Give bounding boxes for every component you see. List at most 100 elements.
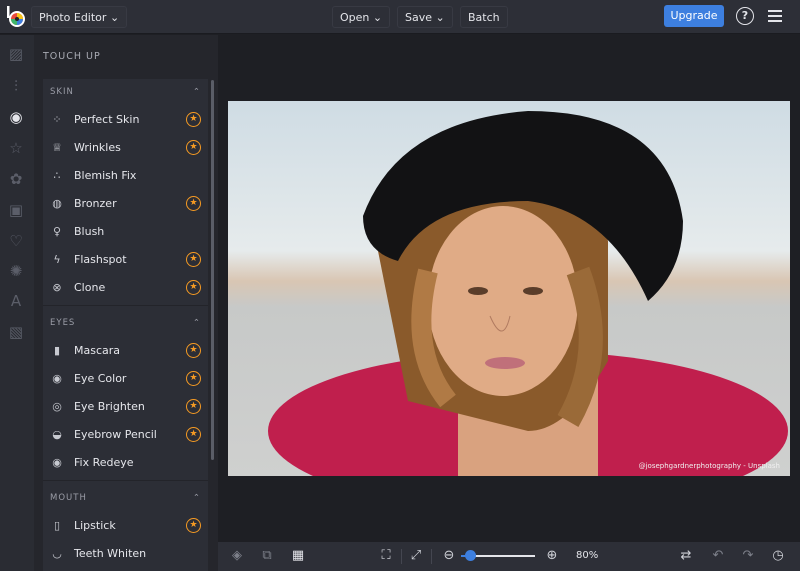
tool-label: Flashspot [74, 252, 127, 266]
photo-credit: @josephgardnerphotography - Unsplash [638, 462, 780, 470]
tool-label: Mascara [74, 343, 121, 357]
zoom-out-icon[interactable]: ⊖ [441, 548, 457, 564]
section-label: EYES [50, 318, 76, 328]
adjust-sliders-icon[interactable]: ⫶ [7, 77, 25, 95]
tool-item[interactable]: ⊗ Clone ★ [43, 273, 208, 301]
tool-item[interactable]: ♕ Wrinkles ★ [43, 133, 208, 161]
star-icon[interactable]: ☆ [7, 139, 25, 157]
teeth-icon: ◡ [52, 546, 62, 560]
panel-title: TOUCH UP [43, 51, 101, 62]
open-button[interactable]: Open ⌄ [332, 6, 391, 28]
tool-item[interactable]: ◒ Eyebrow Pencil ★ [43, 420, 208, 448]
hamburger-menu-icon[interactable] [768, 10, 782, 22]
open-label: Open [340, 11, 370, 24]
tool-label: Lipstick [74, 518, 116, 532]
history-icon[interactable]: ◷ [770, 548, 786, 564]
tool-item[interactable]: ϟ Flashspot ★ [43, 245, 208, 273]
eye-icon[interactable]: ◉ [7, 108, 25, 126]
tool-label: Eye Color [74, 371, 127, 385]
layers-icon[interactable]: ◈ [229, 548, 245, 564]
section-divider [43, 305, 208, 306]
save-button[interactable]: Save ⌄ [397, 6, 453, 28]
redeye-icon: ◉ [52, 455, 62, 469]
premium-star-icon: ★ [186, 370, 201, 386]
section-label: MOUTH [50, 493, 87, 503]
premium-star-icon: ★ [186, 342, 201, 358]
eye-icon: ◉ [52, 371, 62, 385]
wrinkles-icon: ♕ [52, 140, 62, 154]
tool-item[interactable]: ◉ Fix Redeye [43, 448, 208, 476]
image-icon[interactable]: ▨ [7, 45, 25, 63]
bottom-toolbar: ◈ ⧉ ▦ ⛶ ⤢ ⊖ ⊕ 80% ⇄ ↶ ↷ ◷ [218, 542, 800, 571]
divider [431, 549, 432, 564]
premium-star-icon: ★ [186, 195, 201, 211]
redo-icon[interactable]: ↷ [740, 548, 756, 564]
tool-label: Eyebrow Pencil [74, 427, 157, 441]
fit-screen-icon[interactable]: ⛶ [378, 548, 394, 564]
actual-size-icon[interactable]: ⤢ [408, 548, 424, 564]
section-header[interactable]: EYES ⌃ [43, 310, 208, 336]
chevron-down-icon: ⌄ [372, 11, 383, 24]
section-header[interactable]: MOUTH ⌃ [43, 485, 208, 511]
layout-icon[interactable]: ▦ [290, 548, 306, 564]
clone-icon: ⊗ [52, 280, 62, 294]
zoom-slider-handle[interactable] [464, 550, 476, 561]
lipstick-icon: ▯ [53, 518, 61, 532]
bronzer-icon: ◍ [52, 196, 62, 210]
badge-icon[interactable]: ✺ [7, 262, 25, 280]
premium-star-icon: ★ [186, 398, 201, 414]
help-icon[interactable]: ? [736, 7, 754, 25]
tool-item[interactable]: ⁘ Perfect Skin ★ [43, 105, 208, 133]
premium-star-icon: ★ [186, 111, 201, 127]
chevron-up-icon[interactable]: ⌃ [193, 318, 201, 328]
section-label: SKIN [50, 87, 74, 97]
premium-star-icon: ★ [186, 517, 201, 533]
texture-icon[interactable]: ▧ [7, 323, 25, 341]
tool-item[interactable]: ◍ Bronzer ★ [43, 189, 208, 217]
befunky-logo[interactable] [6, 6, 26, 28]
graphics-icon[interactable]: ✿ [7, 170, 25, 188]
eyebrow-icon: ◒ [52, 427, 62, 441]
undo-icon[interactable]: ↶ [710, 548, 726, 564]
tool-list: SKIN ⌃ ⁘ Perfect Skin ★ ♕ Wrinkles ★ ∴ Blemish Fi… [43, 79, 208, 571]
tool-item[interactable]: ♀ Blush [43, 217, 208, 245]
tool-label: Teeth Whiten [74, 546, 147, 560]
compare-icon[interactable]: ⇄ [678, 548, 694, 564]
upgrade-button[interactable]: Upgrade [664, 5, 724, 27]
chevron-down-icon: ⌄ [109, 11, 120, 24]
batch-button[interactable]: Batch [460, 6, 508, 28]
chevron-up-icon[interactable]: ⌃ [193, 493, 201, 503]
tool-item[interactable]: ◡ Teeth Whiten [43, 539, 208, 567]
overlay-icon[interactable]: ⧉ [259, 548, 275, 564]
zoom-in-icon[interactable]: ⊕ [544, 548, 560, 564]
flashspot-icon: ϟ [53, 252, 61, 266]
tool-label: Blush [74, 224, 105, 238]
chevron-up-icon[interactable]: ⌃ [193, 87, 201, 97]
premium-star-icon: ★ [186, 251, 201, 267]
tool-label: Clone [74, 280, 106, 294]
section-header[interactable]: SKIN ⌃ [43, 79, 208, 105]
premium-star-icon: ★ [186, 279, 201, 295]
tool-item[interactable]: ▮ Mascara ★ [43, 336, 208, 364]
text-icon[interactable]: A [7, 292, 25, 310]
tool-item[interactable]: ▯ Lipstick ★ [43, 511, 208, 539]
photo-canvas[interactable]: @josephgardnerphotography - Unsplash [228, 101, 790, 476]
save-label: Save [405, 11, 433, 24]
tool-label: Bronzer [74, 196, 117, 210]
photo-editor-menu[interactable]: Photo Editor ⌄ [31, 6, 128, 28]
top-bar: Photo Editor ⌄ Open ⌄ Save ⌄ Batch Upgra… [0, 0, 800, 34]
tool-item[interactable]: ◉ Eye Color ★ [43, 364, 208, 392]
tool-item[interactable]: ∴ Blemish Fix [43, 161, 208, 189]
heart-icon[interactable]: ♡ [7, 232, 25, 250]
tool-label: Fix Redeye [74, 455, 134, 469]
tool-label: Eye Brighten [74, 399, 145, 413]
frame-icon[interactable]: ▣ [7, 201, 25, 219]
touch-up-panel: TOUCH UP SKIN ⌃ ⁘ Perfect Skin ★ ♕ Wrinkles ★ ∴ B… [34, 35, 218, 571]
scrollbar[interactable] [211, 80, 214, 460]
tool-label: Wrinkles [74, 140, 121, 154]
tool-label: Blemish Fix [74, 168, 137, 182]
perfect-skin-icon: ⁘ [52, 112, 62, 126]
tool-item[interactable]: ◎ Eye Brighten ★ [43, 392, 208, 420]
premium-star-icon: ★ [186, 139, 201, 155]
premium-star-icon: ★ [186, 426, 201, 442]
